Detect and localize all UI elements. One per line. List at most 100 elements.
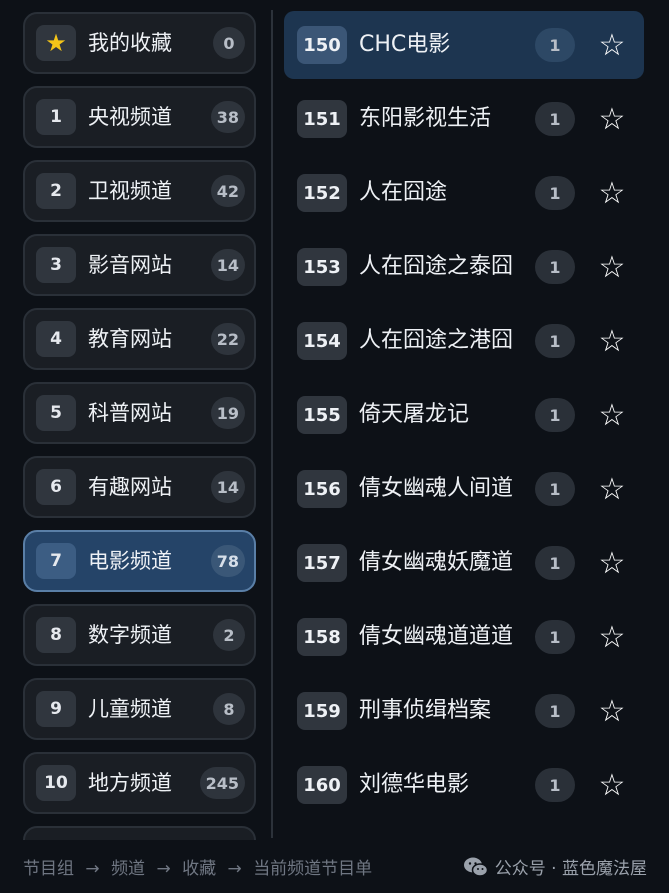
channel-name: CHC电影	[359, 32, 451, 57]
channel-name: 人在囧途之泰囧	[359, 254, 514, 279]
group-label: 教育网站	[88, 327, 172, 351]
source-count-badge: 1	[535, 546, 575, 580]
channel-number: 160	[297, 766, 347, 804]
source-count-badge: 1	[535, 694, 575, 728]
channel-name: 刘德华电影	[359, 772, 470, 797]
group-number: 6	[36, 469, 76, 505]
group-number: 8	[36, 617, 76, 653]
group-number: 9	[36, 691, 76, 727]
group-count-badge: 8	[213, 693, 245, 725]
favorite-star-icon[interactable]: ☆	[590, 467, 634, 511]
channel-number: 152	[297, 174, 347, 212]
group-item[interactable]: 4 教育网站 22	[23, 308, 256, 370]
channel-number: 151	[297, 100, 347, 138]
group-label: 影音网站	[88, 253, 172, 277]
group-item-favorites[interactable]: ★ 我的收藏 0	[23, 12, 256, 74]
breadcrumb: 节目组 → 频道 → 收藏 → 当前频道节目单	[23, 854, 378, 879]
source-count-badge: 1	[535, 324, 575, 358]
group-number: 2	[36, 173, 76, 209]
source-count-badge: 1	[535, 768, 575, 802]
group-count-badge: 22	[210, 323, 245, 355]
channel-row[interactable]: 152 人在囧途 1 ☆	[284, 159, 644, 227]
star-icon: ★	[36, 25, 76, 61]
channel-number: 150	[297, 26, 347, 64]
group-number: 1	[36, 99, 76, 135]
channel-row[interactable]: 157 倩女幽魂妖魔道 1 ☆	[284, 529, 644, 597]
group-number: 3	[36, 247, 76, 283]
channel-name: 倩女幽魂道道道	[359, 624, 514, 649]
channel-number: 159	[297, 692, 347, 730]
group-number: 7	[36, 543, 76, 579]
channel-number: 156	[297, 470, 347, 508]
channel-number: 155	[297, 396, 347, 434]
group-count-badge: 14	[210, 249, 245, 281]
source-count-badge: 1	[535, 398, 575, 432]
watermark-text: 公众号 · 蓝色魔法屋	[494, 859, 647, 879]
channel-row[interactable]: 155 倚天屠龙记 1 ☆	[284, 381, 644, 449]
breadcrumb-step: 当前频道节目单	[253, 859, 373, 879]
favorite-star-icon[interactable]: ☆	[590, 23, 634, 67]
group-label: 地方频道	[88, 771, 172, 795]
group-label: 科普网站	[88, 401, 172, 425]
group-item[interactable]: 9 儿童频道 8	[23, 678, 256, 740]
channel-name: 刑事侦缉档案	[359, 698, 492, 723]
channel-group-list: ★ 我的收藏 0 1 央视频道 38 2 卫视频道 42 3 影音网站 14 4 教育网站 22 5 科普网站 1…	[0, 0, 270, 840]
channel-number: 157	[297, 544, 347, 582]
channel-name: 东阳影视生活	[359, 106, 492, 131]
favorite-star-icon[interactable]: ☆	[590, 689, 634, 733]
group-number: 4	[36, 321, 76, 357]
favorite-star-icon[interactable]: ☆	[590, 615, 634, 659]
favorite-star-icon[interactable]: ☆	[590, 245, 634, 289]
channel-row[interactable]: 154 人在囧途之港囧 1 ☆	[284, 307, 644, 375]
channel-number: 158	[297, 618, 347, 656]
group-count-badge: 2	[213, 619, 245, 651]
favorite-star-icon[interactable]: ☆	[590, 97, 634, 141]
wechat-icon	[463, 857, 489, 877]
group-item[interactable]: 6 有趣网站 14	[23, 456, 256, 518]
group-label: 我的收藏	[88, 31, 172, 55]
channel-row[interactable]: 156 倩女幽魂人间道 1 ☆	[284, 455, 644, 523]
favorite-star-icon[interactable]: ☆	[590, 393, 634, 437]
group-item[interactable]: 8 数字频道 2	[23, 604, 256, 666]
group-item[interactable]	[23, 826, 256, 840]
group-count-badge: 0	[213, 27, 245, 59]
group-label: 有趣网站	[88, 475, 172, 499]
group-item[interactable]: 5 科普网站 19	[23, 382, 256, 444]
breadcrumb-step: 频道	[111, 859, 146, 879]
group-item[interactable]: 10 地方频道 245	[23, 752, 256, 814]
group-count-badge: 42	[210, 175, 245, 207]
source-count-badge: 1	[535, 620, 575, 654]
source-count-badge: 1	[535, 176, 575, 210]
watermark: 公众号 · 蓝色魔法屋	[463, 854, 647, 879]
group-item[interactable]: 1 央视频道 38	[23, 86, 256, 148]
group-count-badge: 78	[210, 545, 245, 577]
group-count-badge: 38	[210, 101, 245, 133]
channel-number: 153	[297, 248, 347, 286]
channel-row[interactable]: 159 刑事侦缉档案 1 ☆	[284, 677, 644, 745]
breadcrumb-step: 节目组	[23, 859, 74, 879]
group-label: 数字频道	[88, 623, 172, 647]
source-count-badge: 1	[535, 28, 575, 62]
footer: 节目组 → 频道 → 收藏 → 当前频道节目单 公众号 · 蓝色魔法屋	[0, 840, 669, 893]
group-label: 电影频道	[88, 549, 172, 573]
arrow-icon: →	[85, 859, 100, 879]
favorite-star-icon[interactable]: ☆	[590, 319, 634, 363]
group-item[interactable]: 3 影音网站 14	[23, 234, 256, 296]
group-count-badge: 245	[199, 767, 245, 799]
channel-row[interactable]: 158 倩女幽魂道道道 1 ☆	[284, 603, 644, 671]
favorite-star-icon[interactable]: ☆	[590, 171, 634, 215]
favorite-star-icon[interactable]: ☆	[590, 541, 634, 585]
group-number: 10	[36, 765, 76, 801]
source-count-badge: 1	[535, 472, 575, 506]
channel-row[interactable]: 160 刘德华电影 1 ☆	[284, 751, 644, 819]
arrow-icon: →	[227, 859, 242, 879]
group-item[interactable]: 2 卫视频道 42	[23, 160, 256, 222]
arrow-icon: →	[156, 859, 171, 879]
channel-row[interactable]: 151 东阳影视生活 1 ☆	[284, 85, 644, 153]
channel-row[interactable]: 153 人在囧途之泰囧 1 ☆	[284, 233, 644, 301]
panel-divider	[271, 10, 273, 838]
favorite-star-icon[interactable]: ☆	[590, 763, 634, 807]
channel-row[interactable]: 150 CHC电影 1 ☆	[284, 11, 644, 79]
breadcrumb-step: 收藏	[182, 859, 217, 879]
group-item[interactable]: 7 电影频道 78	[23, 530, 256, 592]
